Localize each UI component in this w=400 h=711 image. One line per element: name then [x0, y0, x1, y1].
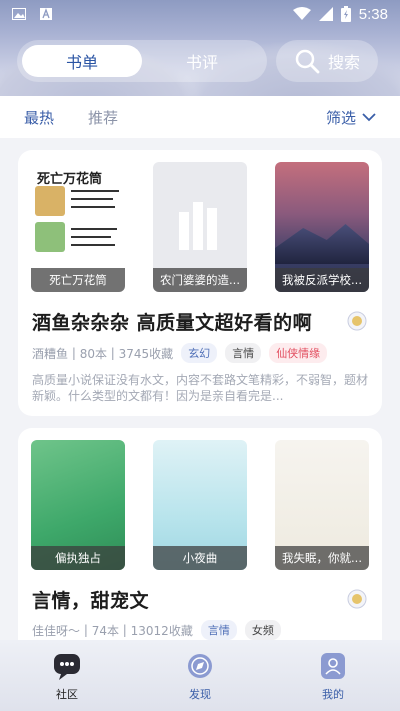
book-cover[interactable]: 偏执独占	[31, 440, 125, 570]
genre-tag[interactable]: 女频	[244, 620, 281, 640]
wifi-icon	[292, 7, 311, 20]
nav-label: 发现	[189, 688, 211, 701]
book-placeholder-icon	[179, 202, 217, 250]
genre-tag[interactable]: 言情	[225, 343, 262, 363]
author-name[interactable]: 佳佳呀～	[32, 622, 80, 639]
book-cover[interactable]: 小夜曲	[153, 440, 247, 570]
book-count: 80本	[79, 346, 107, 361]
tab-reviews[interactable]: 书评	[142, 45, 262, 77]
search-label: 搜索	[327, 53, 360, 72]
author-name[interactable]: 酒糟鱼	[32, 345, 68, 362]
book-cover[interactable]: 我失眠，你就...	[275, 440, 369, 570]
filter-screen-button[interactable]: 筛选	[326, 107, 376, 128]
favorite-count: 3745收藏	[118, 346, 174, 361]
book-cover[interactable]: 我被反派学校...	[275, 162, 369, 292]
book-cover[interactable]: 农门婆婆的造...	[153, 162, 247, 292]
tab-booklist[interactable]: 书单	[22, 45, 142, 77]
cover-caption: 死亡万花筒	[31, 268, 125, 292]
nav-label: 我的	[322, 688, 344, 701]
cover-row: 死亡万花筒 死亡万花筒 农门婆婆的造... 我被反派学校...	[31, 162, 369, 292]
nav-label: 社区	[56, 688, 78, 701]
chat-bubble-icon	[54, 654, 80, 680]
signal-icon	[318, 7, 333, 21]
font-icon	[40, 8, 52, 20]
filter-hot[interactable]: 最热	[24, 107, 54, 128]
nav-mine[interactable]: 我的	[303, 650, 363, 702]
booklist-card[interactable]: 偏执独占 小夜曲 我失眠，你就... 言情，甜宠文 佳佳呀～ | 74本 | 1…	[18, 428, 382, 658]
booklist-title: 酒鱼杂杂杂 高质量文超好看的啊	[32, 312, 313, 334]
cover-row: 偏执独占 小夜曲 我失眠，你就...	[31, 440, 369, 570]
bottom-nav: 社区 发现 我的	[0, 640, 400, 711]
clock: 5:38	[358, 5, 388, 23]
status-bar: 5:38	[0, 0, 400, 28]
top-tab-bar: 书单 书评	[17, 40, 267, 82]
booklist-description: 高质量小说保证没有水文，内容不套路文笔精彩，不弱智，题材新颖。什么类型的文都有！…	[32, 373, 368, 403]
cover-caption: 我被反派学校...	[275, 268, 369, 292]
filter-row: 最热 推荐 筛选	[0, 96, 400, 138]
booklist-card[interactable]: 死亡万花筒 死亡万花筒 农门婆婆的造... 我被反派学校... 酒鱼杂杂杂 高质…	[18, 150, 382, 416]
chevron-down-icon	[362, 113, 376, 122]
cover-art-title: 死亡万花筒	[37, 172, 103, 187]
compass-icon	[188, 654, 212, 678]
genre-tag[interactable]: 仙侠情缘	[269, 343, 328, 363]
favorite-count: 13012收藏	[130, 623, 193, 638]
genre-tag[interactable]: 玄幻	[181, 343, 218, 363]
search-button[interactable]: 搜索	[276, 40, 378, 82]
genre-tag[interactable]: 言情	[200, 620, 237, 640]
cover-artwork	[275, 224, 369, 264]
cover-caption: 偏执独占	[31, 546, 125, 570]
medal-icon	[347, 311, 367, 331]
booklist-meta: 酒糟鱼 | 80本 | 3745收藏 玄幻 言情 仙侠情缘	[32, 343, 328, 363]
filter-screen-label: 筛选	[325, 108, 356, 127]
book-count: 74本	[91, 623, 119, 638]
booklist-title: 言情，甜宠文	[32, 590, 150, 612]
booklist-meta: 佳佳呀～ | 74本 | 13012收藏 言情 女频	[32, 620, 281, 640]
image-icon	[12, 8, 26, 20]
nav-community[interactable]: 社区	[37, 650, 97, 702]
battery-icon	[340, 6, 351, 22]
search-icon	[295, 49, 320, 74]
book-cover[interactable]: 死亡万花筒 死亡万花筒	[31, 162, 125, 292]
cover-caption: 农门婆婆的造...	[153, 268, 247, 292]
medal-icon	[347, 589, 367, 609]
cover-caption: 小夜曲	[153, 546, 247, 570]
user-icon	[321, 653, 345, 679]
cover-caption: 我失眠，你就...	[275, 546, 369, 570]
filter-recommend[interactable]: 推荐	[88, 107, 118, 128]
nav-discover[interactable]: 发现	[170, 650, 230, 702]
